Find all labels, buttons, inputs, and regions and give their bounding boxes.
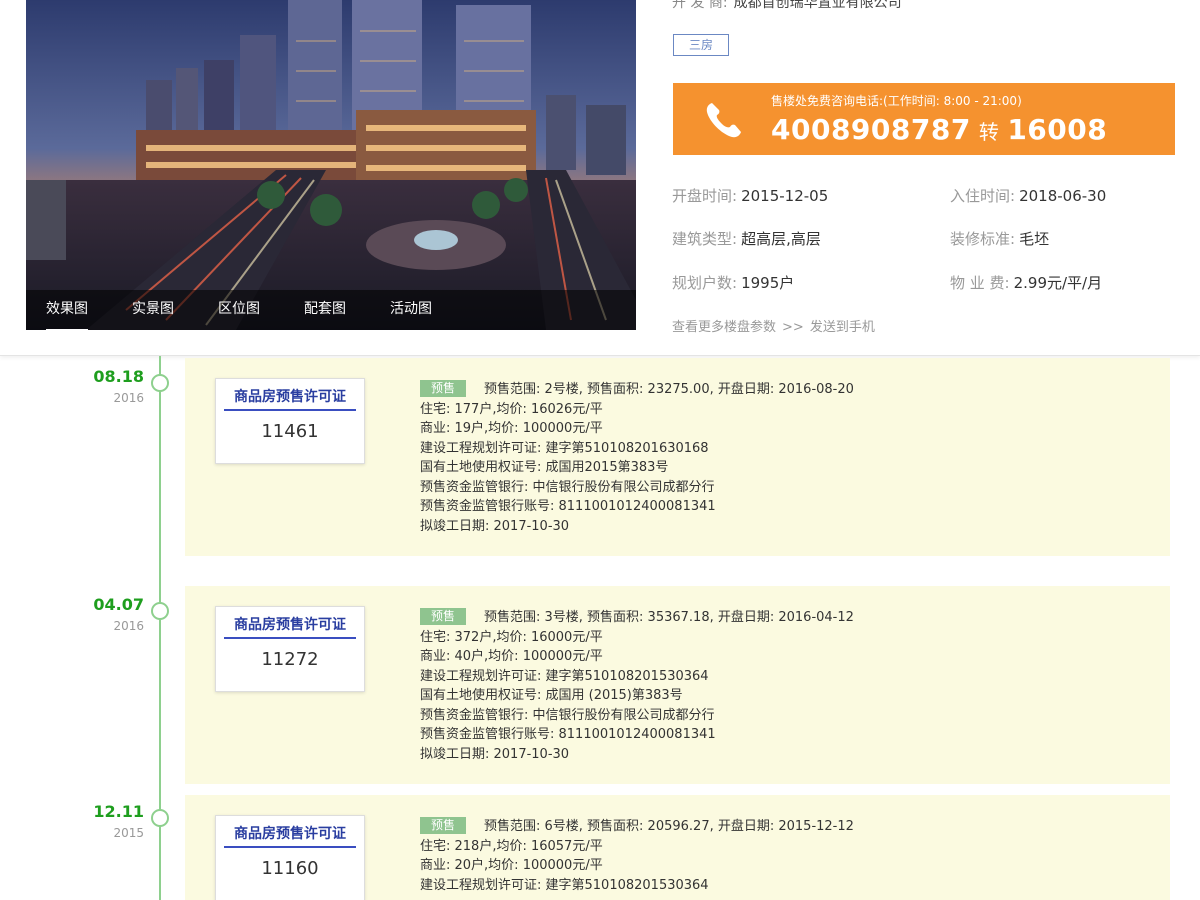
- more-links: 查看更多楼盘参数 >> 发送到手机: [672, 316, 875, 335]
- param-label: 建筑类型:: [672, 230, 738, 248]
- timeline-year: 2016: [113, 391, 144, 405]
- param-value: 2015-12-05: [741, 187, 829, 205]
- presale-permit-card[interactable]: 商品房预售许可证 11461: [215, 378, 365, 464]
- hotline-transfer-word: 转: [978, 120, 1000, 144]
- permit-title: 商品房预售许可证: [224, 386, 356, 411]
- permit-number: 11461: [261, 421, 319, 442]
- detail-line: 建设工程规划许可证: 建字第510108201630168: [420, 440, 709, 456]
- more-params-link[interactable]: 查看更多楼盘参数: [672, 320, 776, 335]
- hotline-number: 4008908787 转 16008: [771, 113, 1107, 146]
- param-value: 超高层,高层: [741, 230, 821, 248]
- param-building-type: 建筑类型: 超高层,高层: [672, 228, 821, 249]
- presale-entry: 商品房预售许可证 11272 预售 预售范围: 3号楼, 预售面积: 35367.…: [185, 586, 1170, 784]
- presale-details: 预售 预售范围: 6号楼, 预售面积: 20596.27, 开盘日期: 2015-…: [420, 817, 854, 895]
- presale-badge: 预售: [420, 380, 466, 397]
- presale-summary: 预售范围: 3号楼, 预售面积: 35367.18, 开盘日期: 2016-04…: [484, 610, 854, 625]
- permit-number: 11160: [261, 858, 319, 879]
- developer-value: 成都首创瑞华置业有限公司: [733, 0, 902, 11]
- param-value: 1995户: [741, 274, 795, 292]
- permit-title: 商品房预售许可证: [224, 614, 356, 639]
- timeline-month-day: 04.07: [93, 595, 144, 614]
- presale-permit-card[interactable]: 商品房预售许可证 11160: [215, 815, 365, 900]
- param-property-fee: 物 业 费: 2.99元/平/月: [950, 272, 1102, 293]
- param-label: 规划户数:: [672, 274, 738, 292]
- presale-entry: 商品房预售许可证 11160 预售 预售范围: 6号楼, 预售面积: 20596.…: [185, 795, 1170, 900]
- timeline-date: 12.11 2015: [60, 803, 144, 841]
- detail-line: 商业: 19户,均价: 100000元/平: [420, 421, 603, 436]
- presale-summary-line: 预售 预售范围: 3号楼, 预售面积: 35367.18, 开盘日期: 2016-…: [420, 608, 854, 628]
- hotline-extension: 16008: [1007, 113, 1108, 146]
- detail-line: 预售资金监管银行: 中信银行股份有限公司成都分行: [420, 479, 715, 495]
- detail-line: 建设工程规划许可证: 建字第510108201530364: [420, 877, 709, 893]
- detail-line: 预售资金监管银行账号: 8111001012400081341: [420, 499, 716, 514]
- param-value: 2018-06-30: [1019, 187, 1107, 205]
- project-info-panel: 开 发 商: 成都首创瑞华置业有限公司 三房 售楼处免费咨询电话:(工作时间: 8…: [672, 0, 1175, 356]
- link-separator: >>: [782, 320, 804, 335]
- param-open-date: 开盘时间: 2015-12-05: [672, 185, 828, 206]
- timeline-node: [151, 374, 169, 392]
- hotline-hint: 售楼处免费咨询电话:(工作时间: 8:00 - 21:00): [771, 94, 1022, 108]
- param-label: 开盘时间:: [672, 187, 738, 205]
- developer-label: 开 发 商:: [672, 0, 728, 11]
- timeline-node: [151, 809, 169, 827]
- permit-number: 11272: [261, 649, 319, 670]
- permit-title: 商品房预售许可证: [224, 823, 356, 848]
- detail-line: 商业: 20户,均价: 100000元/平: [420, 858, 603, 873]
- timeline-date: 04.07 2016: [60, 596, 144, 634]
- presale-permit-card[interactable]: 商品房预售许可证 11272: [215, 606, 365, 692]
- detail-line: 商业: 40户,均价: 100000元/平: [420, 649, 603, 664]
- timeline-month-day: 08.18: [93, 367, 144, 386]
- timeline-node: [151, 602, 169, 620]
- gallery-tab-facilities[interactable]: 配套图: [304, 289, 346, 330]
- gallery-tab-effect[interactable]: 效果图: [46, 289, 88, 330]
- hotline-main-number: 4008908787: [771, 113, 971, 146]
- presale-summary-line: 预售 预售范围: 2号楼, 预售面积: 23275.00, 开盘日期: 2016-…: [420, 380, 854, 400]
- detail-line: 住宅: 372户,均价: 16000元/平: [420, 629, 603, 645]
- detail-line: 拟竣工日期: 2017-10-30: [420, 518, 570, 534]
- gallery-tabs: 效果图 实景图 区位图 配套图 活动图: [26, 290, 636, 330]
- timeline-date: 08.18 2016: [60, 368, 144, 406]
- detail-line: 拟竣工日期: 2017-10-30: [420, 746, 570, 762]
- room-type-tag[interactable]: 三房: [673, 34, 729, 56]
- param-value: 毛坯: [1019, 230, 1050, 248]
- presale-details: 预售 预售范围: 3号楼, 预售面积: 35367.18, 开盘日期: 2016-…: [420, 608, 854, 764]
- hotline-box[interactable]: 售楼处免费咨询电话:(工作时间: 8:00 - 21:00) 400890878…: [673, 83, 1175, 155]
- detail-line: 预售资金监管银行账号: 8111001012400081341: [420, 727, 716, 742]
- presale-badge: 预售: [420, 608, 466, 625]
- param-households: 规划户数: 1995户: [672, 272, 794, 293]
- gallery-tab-location[interactable]: 区位图: [218, 289, 260, 330]
- gallery-tab-real[interactable]: 实景图: [132, 289, 174, 330]
- presale-badge: 预售: [420, 817, 466, 834]
- presale-entry: 商品房预售许可证 11461 预售 预售范围: 2号楼, 预售面积: 23275.…: [185, 358, 1170, 556]
- param-decoration: 装修标准: 毛坯: [950, 228, 1049, 249]
- detail-line: 建设工程规划许可证: 建字第510108201530364: [420, 668, 709, 684]
- param-label: 物 业 费:: [950, 274, 1010, 292]
- presale-summary-line: 预售 预售范围: 6号楼, 预售面积: 20596.27, 开盘日期: 2015-…: [420, 817, 854, 837]
- rendering-image: [26, 0, 636, 330]
- developer-row: 开 发 商: 成都首创瑞华置业有限公司: [672, 0, 902, 12]
- detail-line: 住宅: 177户,均价: 16026元/平: [420, 401, 603, 417]
- phone-icon: [706, 103, 741, 138]
- project-image-gallery[interactable]: 效果图 实景图 区位图 配套图 活动图: [26, 0, 636, 330]
- send-to-phone-link[interactable]: 发送到手机: [810, 320, 875, 335]
- param-value: 2.99元/平/月: [1013, 274, 1103, 292]
- presale-summary: 预售范围: 2号楼, 预售面积: 23275.00, 开盘日期: 2016-08…: [484, 382, 854, 397]
- detail-line: 预售资金监管银行: 中信银行股份有限公司成都分行: [420, 707, 715, 723]
- timeline-year: 2015: [113, 826, 144, 840]
- detail-line: 国有土地使用权证号: 成国用2015第383号: [420, 460, 669, 475]
- detail-line: 住宅: 218户,均价: 16057元/平: [420, 838, 603, 854]
- param-label: 入住时间:: [950, 187, 1016, 205]
- gallery-tab-events[interactable]: 活动图: [390, 289, 432, 330]
- timeline-year: 2016: [113, 619, 144, 633]
- presale-summary: 预售范围: 6号楼, 预售面积: 20596.27, 开盘日期: 2015-12…: [484, 819, 854, 834]
- param-label: 装修标准:: [950, 230, 1016, 248]
- detail-line: 国有土地使用权证号: 成国用 (2015)第383号: [420, 688, 683, 703]
- project-summary-card: 效果图 实景图 区位图 配套图 活动图 开 发 商: 成都首创瑞华置业有限公司 三…: [0, 0, 1200, 356]
- presale-details: 预售 预售范围: 2号楼, 预售面积: 23275.00, 开盘日期: 2016-…: [420, 380, 854, 536]
- param-move-in-date: 入住时间: 2018-06-30: [950, 185, 1106, 206]
- timeline-month-day: 12.11: [93, 802, 144, 821]
